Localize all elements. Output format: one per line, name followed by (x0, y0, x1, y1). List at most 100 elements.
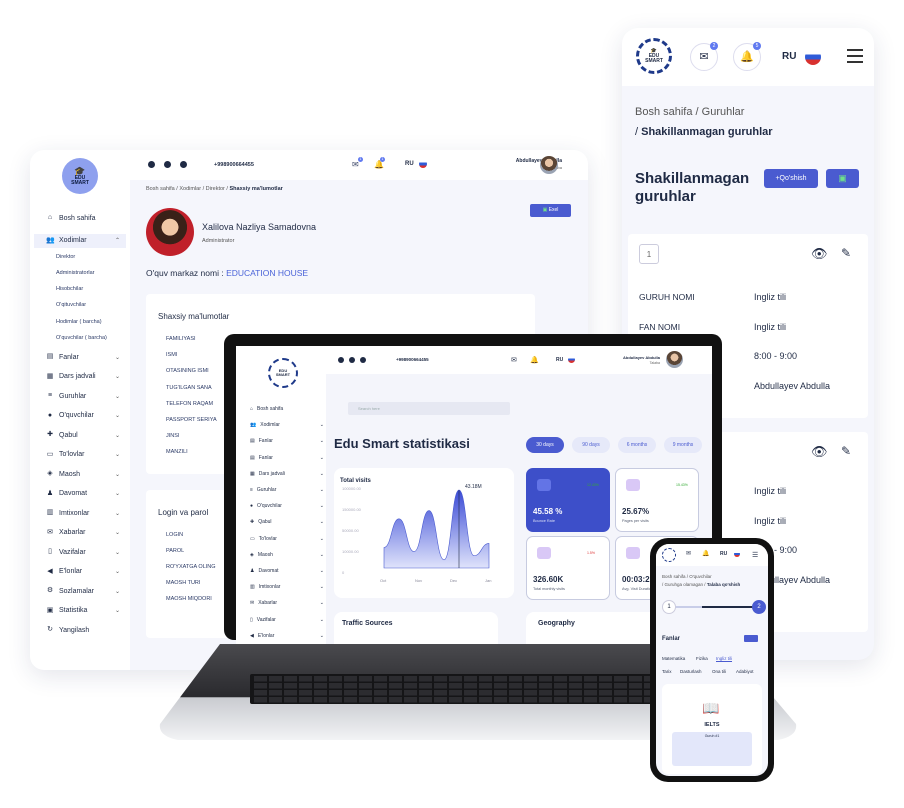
sidebar-item[interactable]: ⌂ Bosh sahifa (46, 214, 126, 222)
sidebar-subitem[interactable]: Hodimlar ( barcha) (56, 319, 102, 325)
subject-tab[interactable]: Matematika (662, 656, 685, 661)
phone-number: +998900664455 (396, 357, 429, 362)
menu-icon[interactable]: ☰ (752, 551, 758, 559)
bell-icon[interactable]: 🔔 (530, 356, 539, 364)
step-1[interactable]: 1 (662, 600, 676, 614)
russia-flag-icon[interactable] (805, 49, 821, 65)
excel-button[interactable]: ▣ Exel (530, 204, 571, 217)
sidebar-item[interactable]: ▭ To'lovlar ⌄ (250, 536, 330, 542)
eye-icon[interactable]: 👁 (811, 246, 828, 262)
key (554, 690, 567, 696)
bell-icon[interactable]: 🔔 (702, 550, 709, 557)
edu-smart-logo[interactable]: EDU SMART (268, 358, 298, 388)
edu-smart-logo[interactable]: 🎓 EDU SMART (636, 38, 672, 74)
sidebar-item[interactable]: ≡ Guruhlar ⌄ (250, 487, 330, 493)
sidebar-item[interactable]: ♟ Davomat ⌄ (46, 490, 126, 498)
sidebar-item[interactable]: ✉ Xabarlar ⌄ (46, 529, 126, 537)
sidebar-item[interactable]: ▥ Imtixonlar ⌄ (250, 584, 330, 590)
menu-icon[interactable] (847, 49, 863, 63)
crumb-home[interactable]: Bosh sahifa (635, 106, 692, 118)
telegram-icon[interactable] (338, 357, 344, 363)
subject-tab[interactable]: Ingliz tili (716, 656, 732, 661)
sidebar-item[interactable]: ↻ Yangilash (46, 626, 126, 634)
whatsapp-icon[interactable] (360, 357, 366, 363)
sidebar-item[interactable]: ✉ Xabarlar ⌄ (250, 600, 330, 606)
sidebar-item[interactable]: ▤ Fanlar ⌄ (250, 455, 330, 461)
sidebar-item[interactable]: ▦ Dars jadvali ⌄ (46, 373, 126, 381)
range-tab-1[interactable]: 90 days (572, 437, 610, 453)
subject-tab[interactable]: Adabiyot (736, 669, 754, 674)
eye-icon[interactable]: 👁 (811, 444, 828, 460)
users-icon: 👥 (46, 236, 55, 244)
sidebar-subitem[interactable]: Administratorlar (56, 270, 95, 276)
sidebar-item[interactable]: ≡ Guruhlar ⌄ (46, 392, 126, 400)
russia-flag-icon[interactable] (734, 551, 740, 557)
sidebar-item[interactable]: ✚ Qabul ⌄ (250, 519, 330, 525)
user-avatar[interactable] (666, 351, 683, 368)
mail-icon[interactable]: ✉ (686, 550, 691, 557)
sidebar-item-label: To'lovlar (59, 451, 85, 459)
sidebar-item[interactable]: ✚ Qabul ⌄ (46, 431, 126, 439)
course-card[interactable]: 📖 IELTS Guruh #1 (662, 684, 762, 774)
sidebar-item[interactable]: ▯ Vazifalar ⌄ (250, 617, 330, 623)
range-tab-3[interactable]: 9 months (664, 437, 702, 453)
sidebar-item[interactable]: ◀ E'lonlar ⌄ (46, 568, 126, 576)
mail-icon[interactable]: ✉ (352, 160, 359, 169)
sidebar-item[interactable]: 👥 Xodimlar ⌄ (250, 422, 330, 428)
sidebar-item[interactable]: ◈ Maosh ⌄ (250, 552, 330, 558)
user-avatar[interactable] (540, 156, 558, 174)
crumb-home[interactable]: Bosh sahifa (146, 186, 175, 192)
sidebar-subitem[interactable]: O'quvchilar ( barcha) (56, 335, 107, 341)
lang-label[interactable]: RU (782, 51, 796, 62)
range-tab-2[interactable]: 6 months (618, 437, 656, 453)
sidebar-item[interactable]: ⚙ Sozlamalar ⌄ (46, 587, 126, 595)
sidebar-item[interactable]: ● O'quvchilar ⌄ (46, 412, 126, 420)
sidebar-subitem[interactable]: O'qituvchilar (56, 302, 86, 308)
crumb-staff[interactable]: Xodimlar (179, 186, 201, 192)
sidebar-item[interactable]: ▥ Imtixonlar ⌄ (46, 509, 126, 517)
lang-label[interactable]: RU (556, 357, 563, 363)
sidebar-item[interactable]: ▤ Fanlar ⌄ (46, 353, 126, 361)
sidebar-item[interactable]: ▯ Vazifalar ⌄ (46, 548, 126, 556)
key (524, 690, 537, 696)
key (254, 690, 267, 696)
facebook-icon[interactable] (164, 161, 171, 168)
crumb-groups[interactable]: Guruhlar (702, 106, 745, 118)
sidebar-item[interactable]: ▦ Dars jadvali ⌄ (250, 471, 330, 477)
edu-smart-logo[interactable] (662, 548, 676, 562)
telegram-icon[interactable] (148, 161, 155, 168)
range-tab-0[interactable]: 30 days (526, 437, 564, 453)
sidebar-item[interactable]: ▤ Fanlar ⌄ (250, 438, 330, 444)
sidebar-item[interactable]: ▭ To'lovlar ⌄ (46, 451, 126, 459)
sidebar-item[interactable]: ◀ E'lonlar ⌄ (250, 633, 330, 639)
crumb-director[interactable]: Direktor (206, 186, 225, 192)
excel-button[interactable] (744, 635, 758, 642)
subject-tab[interactable]: Ona tili (712, 669, 726, 674)
whatsapp-icon[interactable] (180, 161, 187, 168)
sidebar-item[interactable]: ▣ Statistika ⌄ (46, 607, 126, 615)
russia-flag-icon[interactable] (568, 356, 575, 363)
edu-smart-logo[interactable]: 🎓 EDU SMART (62, 158, 98, 194)
subject-tab[interactable]: Fizika (696, 656, 708, 661)
search-input[interactable]: Search here (348, 402, 510, 415)
mail-icon[interactable]: ✉ (511, 356, 517, 364)
excel-button[interactable]: ▣ (826, 169, 859, 188)
sidebar-item[interactable]: 👥 Xodimlar ⌃ (34, 233, 126, 248)
subject-tab[interactable]: Dasturlash (680, 669, 702, 674)
subject-tab[interactable]: Tarix (662, 669, 672, 674)
add-button[interactable]: +Qo'shish (764, 169, 818, 188)
lang-label[interactable]: RU (720, 551, 727, 557)
lang-label[interactable]: RU (405, 161, 414, 167)
sidebar-subitem[interactable]: Direktor (56, 254, 75, 260)
excel-icon: ▣ (838, 173, 847, 183)
edit-icon[interactable]: ✎ (841, 246, 851, 260)
sidebar-subitem[interactable]: Hisobchilar (56, 286, 83, 292)
step-2[interactable]: 2 (752, 600, 766, 614)
sidebar-item[interactable]: ◈ Maosh ⌄ (46, 470, 126, 478)
edit-icon[interactable]: ✎ (841, 444, 851, 458)
sidebar-item[interactable]: ⌂ Bosh sahifa (250, 406, 330, 412)
sidebar-item[interactable]: ● O'quvchilar ⌄ (250, 503, 330, 509)
russia-flag-icon[interactable] (419, 160, 427, 168)
facebook-icon[interactable] (349, 357, 355, 363)
sidebar-item[interactable]: ♟ Davomat ⌄ (250, 568, 330, 574)
